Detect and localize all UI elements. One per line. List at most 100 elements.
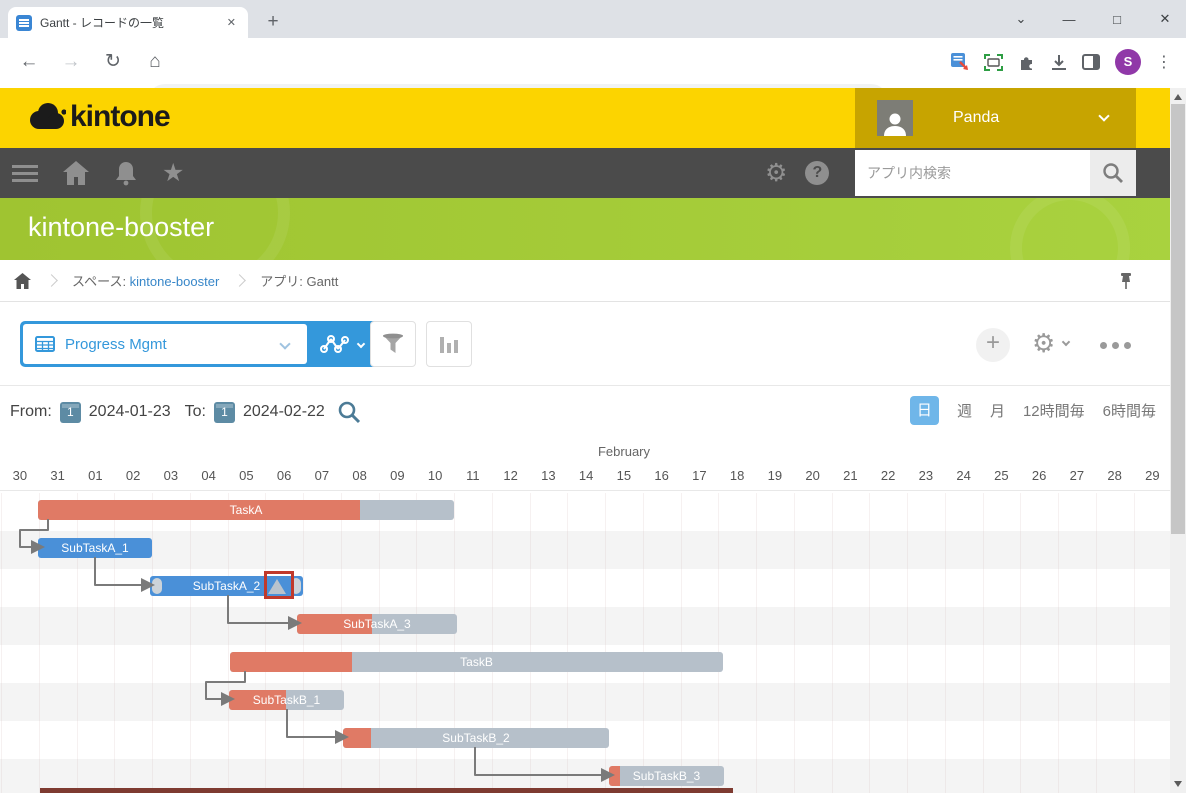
filter-button[interactable] (370, 321, 416, 367)
browser-home-button[interactable]: ⌂ (138, 45, 172, 79)
ellipsis-dot (1124, 342, 1131, 349)
scale-12h-button[interactable]: 12時間毎 (1023, 400, 1085, 421)
settings-gear-icon[interactable]: ⚙ (765, 161, 787, 186)
partial-task-bar (40, 788, 733, 793)
forward-button[interactable]: → (54, 45, 88, 79)
gridline (1020, 493, 1021, 793)
browser-titlebar: Gantt - レコードの一覧 ✕ + ⌄ — □ ✕ (0, 0, 1186, 38)
reload-button[interactable]: ↻ (96, 45, 130, 79)
app-search-button[interactable] (1090, 150, 1136, 196)
gridline (1134, 493, 1135, 793)
maximize-button[interactable]: □ (1106, 12, 1128, 27)
kintone-header: kintone Panda (0, 88, 1186, 148)
from-date-value[interactable]: 2024-01-23 (89, 403, 171, 421)
graph-view-button[interactable] (307, 324, 377, 364)
task-bar-SubTaskB_1[interactable]: SubTaskB_1 (229, 690, 344, 710)
profile-avatar[interactable]: S (1115, 49, 1141, 75)
breadcrumb-space-item[interactable]: スペース: kintone-booster (72, 271, 219, 290)
help-icon[interactable]: ? (805, 161, 829, 185)
to-calendar-icon[interactable]: 1 (214, 402, 235, 423)
tab-close-button[interactable]: ✕ (223, 14, 240, 31)
chart-button[interactable] (426, 321, 472, 367)
breadcrumb-space-prefix: スペース: (72, 274, 130, 289)
gridline (605, 493, 606, 793)
close-button[interactable]: ✕ (1154, 11, 1176, 27)
hamburger-menu-icon[interactable] (12, 165, 38, 182)
day-label: 28 (1096, 468, 1134, 483)
breadcrumb-app-item: アプリ: Gantt (260, 271, 338, 290)
task-label: TaskB (456, 655, 497, 669)
scale-week-button[interactable]: 週 (957, 400, 972, 421)
gantt-chart: February 3031010203040506070809101112131… (0, 438, 1171, 793)
more-options-button[interactable] (1100, 342, 1131, 349)
portal-home-icon[interactable] (62, 160, 90, 186)
user-menu[interactable]: Panda (855, 88, 1136, 148)
scale-month-button[interactable]: 月 (990, 400, 1005, 421)
gridline (832, 493, 833, 793)
gantt-search-icon[interactable] (337, 400, 361, 424)
scale-6h-button[interactable]: 6時間毎 (1103, 400, 1156, 421)
download-icon[interactable] (1051, 54, 1067, 71)
task-bar-SubTaskA_1[interactable]: SubTaskA_1 (38, 538, 152, 558)
task-bar-TaskB[interactable]: TaskB (230, 652, 723, 672)
breadcrumb-app-name: Gantt (307, 274, 339, 289)
day-label: 14 (567, 468, 605, 483)
gridline (681, 493, 682, 793)
day-label: 27 (1058, 468, 1096, 483)
scrollbar-thumb[interactable] (1171, 104, 1185, 534)
browser-window: Gantt - レコードの一覧 ✕ + ⌄ — □ ✕ ← → ↻ ⌂ pand… (0, 0, 1186, 793)
gridline (794, 493, 795, 793)
day-label: 23 (907, 468, 945, 483)
user-name: Panda (953, 109, 1100, 127)
new-tab-button[interactable]: + (260, 10, 286, 36)
notifications-bell-icon[interactable] (114, 160, 138, 186)
browser-menu-button[interactable]: ⋮ (1156, 52, 1172, 72)
task-bar-SubTaskB_2[interactable]: SubTaskB_2 (343, 728, 609, 748)
gantt-row (0, 531, 1171, 569)
ellipsis-dot (1100, 342, 1107, 349)
drag-handle-left[interactable] (152, 578, 162, 594)
extension-booster-icon[interactable] (951, 53, 969, 71)
kintone-logo: kintone (26, 100, 170, 134)
add-record-button[interactable]: + (976, 328, 1010, 362)
gridline (643, 493, 644, 793)
day-label: 05 (228, 468, 266, 483)
day-label: 15 (605, 468, 643, 483)
day-label: 03 (152, 468, 190, 483)
task-bar-SubTaskB_3[interactable]: SubTaskB_3 (609, 766, 724, 786)
day-label: 19 (756, 468, 794, 483)
task-bar-SubTaskA_3[interactable]: SubTaskA_3 (297, 614, 457, 634)
breadcrumb-home-icon[interactable] (14, 273, 31, 289)
day-label: 04 (190, 468, 228, 483)
view-selector[interactable]: Progress Mgmt (20, 321, 380, 367)
from-calendar-icon[interactable]: 1 (60, 402, 81, 423)
to-date-value[interactable]: 2024-02-22 (243, 403, 325, 421)
day-label: 09 (379, 468, 417, 483)
gridline (718, 493, 719, 793)
gridline (454, 493, 455, 793)
app-search-input[interactable] (855, 150, 1090, 196)
gridline (190, 493, 191, 793)
task-bar-TaskA[interactable]: TaskA (38, 500, 454, 520)
chevron-down-icon (1062, 337, 1070, 345)
scale-day-button[interactable]: 日 (910, 396, 939, 425)
scroll-down-icon[interactable] (1174, 781, 1182, 787)
gridline (756, 493, 757, 793)
browser-tab[interactable]: Gantt - レコードの一覧 ✕ (8, 7, 248, 38)
extensions-puzzle-icon[interactable] (1018, 53, 1036, 71)
back-button[interactable]: ← (12, 45, 46, 79)
pin-icon[interactable] (1118, 272, 1134, 290)
breadcrumb-space-link[interactable]: kintone-booster (130, 274, 220, 289)
view-dropdown[interactable]: Progress Mgmt (23, 324, 307, 364)
extension-capture-icon[interactable] (984, 54, 1003, 71)
tab-search-button[interactable]: ⌄ (1010, 11, 1032, 27)
task-progress (230, 652, 352, 672)
gridline (983, 493, 984, 793)
app-settings-button[interactable]: ⚙ (1032, 330, 1069, 356)
sidebar-icon[interactable] (1082, 54, 1100, 70)
to-label: To: (185, 403, 206, 421)
minimize-button[interactable]: — (1058, 12, 1080, 27)
scroll-up-icon[interactable] (1174, 94, 1182, 100)
favorites-star-icon[interactable]: ★ (162, 161, 184, 186)
vertical-scrollbar[interactable] (1170, 88, 1186, 793)
